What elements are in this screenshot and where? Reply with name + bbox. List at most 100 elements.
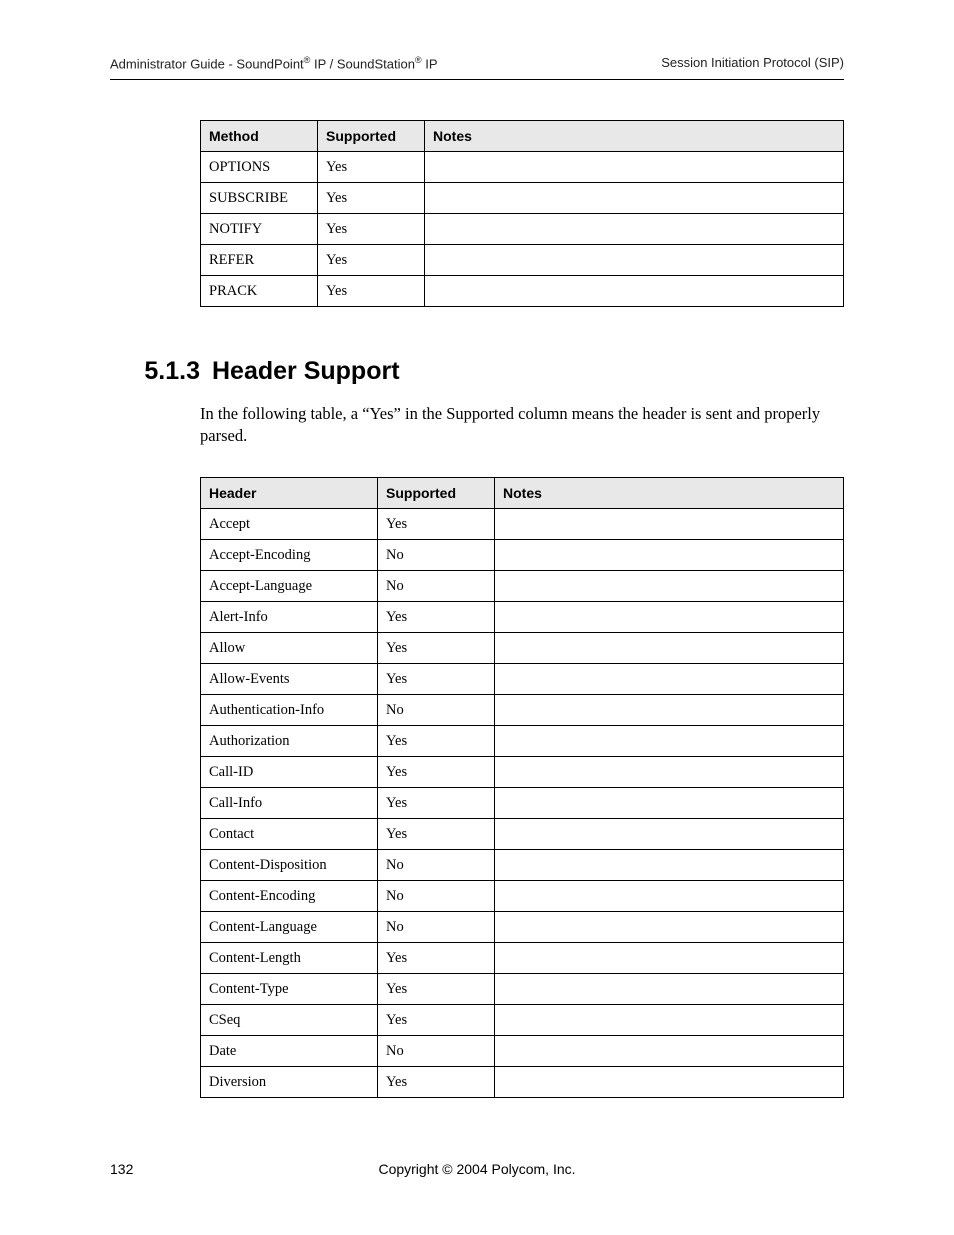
table-cell: Accept — [201, 509, 378, 540]
table-cell: Yes — [318, 245, 425, 276]
table-cell: No — [378, 540, 495, 571]
table-cell — [495, 540, 844, 571]
table-cell: Date — [201, 1036, 378, 1067]
table-cell — [425, 152, 844, 183]
table-cell — [495, 695, 844, 726]
table-cell: Yes — [378, 1005, 495, 1036]
table-cell: No — [378, 881, 495, 912]
table-cell: No — [378, 1036, 495, 1067]
page-number: 132 — [110, 1161, 200, 1177]
table-cell: Content-Type — [201, 974, 378, 1005]
table-cell: No — [378, 571, 495, 602]
col-supported: Supported — [378, 478, 495, 509]
table-cell: Authentication-Info — [201, 695, 378, 726]
table-cell: Accept-Encoding — [201, 540, 378, 571]
table-cell: NOTIFY — [201, 214, 318, 245]
col-method: Method — [201, 121, 318, 152]
col-notes: Notes — [495, 478, 844, 509]
table-row: ContactYes — [201, 819, 844, 850]
header-left-pre: Administrator Guide - SoundPoint — [110, 56, 304, 71]
header-left: Administrator Guide - SoundPoint® IP / S… — [110, 55, 438, 71]
table-cell: Allow — [201, 633, 378, 664]
table-cell: Yes — [378, 788, 495, 819]
table-row: DiversionYes — [201, 1067, 844, 1098]
table-cell — [495, 943, 844, 974]
table-cell: Allow-Events — [201, 664, 378, 695]
table-row: Call-InfoYes — [201, 788, 844, 819]
table-row: PRACKYes — [201, 276, 844, 307]
table-cell: Yes — [378, 757, 495, 788]
table-cell: Yes — [378, 664, 495, 695]
table-cell — [495, 726, 844, 757]
table-cell: Authorization — [201, 726, 378, 757]
table-cell: Yes — [378, 1067, 495, 1098]
col-notes: Notes — [425, 121, 844, 152]
table-cell: No — [378, 912, 495, 943]
table-row: AllowYes — [201, 633, 844, 664]
table-cell — [425, 276, 844, 307]
table-cell — [495, 1005, 844, 1036]
col-header: Header — [201, 478, 378, 509]
table-row: Call-IDYes — [201, 757, 844, 788]
table-row: AcceptYes — [201, 509, 844, 540]
table-cell: Yes — [378, 633, 495, 664]
table-cell — [495, 974, 844, 1005]
page-footer: 132 Copyright © 2004 Polycom, Inc. — [110, 1161, 844, 1177]
table-cell: No — [378, 695, 495, 726]
col-supported: Supported — [318, 121, 425, 152]
table-row: Authentication-InfoNo — [201, 695, 844, 726]
table-cell — [495, 757, 844, 788]
table-row: OPTIONSYes — [201, 152, 844, 183]
table-cell: Content-Length — [201, 943, 378, 974]
section-heading: 5.1.3 Header Support — [110, 357, 844, 386]
header-left-post: IP — [422, 56, 438, 71]
header-support-table: Header Supported Notes AcceptYesAccept-E… — [200, 477, 844, 1098]
header-right: Session Initiation Protocol (SIP) — [661, 55, 844, 71]
section-paragraph: In the following table, a “Yes” in the S… — [200, 403, 844, 448]
table-row: Accept-EncodingNo — [201, 540, 844, 571]
table-row: Allow-EventsYes — [201, 664, 844, 695]
table-cell: OPTIONS — [201, 152, 318, 183]
table-cell: PRACK — [201, 276, 318, 307]
table-row: Content-DispositionNo — [201, 850, 844, 881]
table-cell: Yes — [318, 276, 425, 307]
table-row: DateNo — [201, 1036, 844, 1067]
table-row: Content-LengthYes — [201, 943, 844, 974]
table-cell: Yes — [318, 152, 425, 183]
table-row: Alert-InfoYes — [201, 602, 844, 633]
table-cell — [495, 819, 844, 850]
table-cell: Call-ID — [201, 757, 378, 788]
table-cell — [495, 571, 844, 602]
table-cell: Call-Info — [201, 788, 378, 819]
table-cell — [495, 881, 844, 912]
table-cell: Contact — [201, 819, 378, 850]
section-title: Header Support — [212, 357, 844, 386]
table-cell: Yes — [318, 214, 425, 245]
table-cell — [425, 245, 844, 276]
table-cell: Diversion — [201, 1067, 378, 1098]
table-cell: Yes — [378, 943, 495, 974]
table-cell: Yes — [378, 602, 495, 633]
table-cell — [495, 1036, 844, 1067]
table-cell — [425, 214, 844, 245]
section-number: 5.1.3 — [110, 357, 212, 386]
table-cell: Yes — [378, 819, 495, 850]
table-row: Accept-LanguageNo — [201, 571, 844, 602]
running-header: Administrator Guide - SoundPoint® IP / S… — [110, 55, 844, 80]
table-cell: Alert-Info — [201, 602, 378, 633]
table-cell: Accept-Language — [201, 571, 378, 602]
table-cell: REFER — [201, 245, 318, 276]
table-cell: No — [378, 850, 495, 881]
header-left-mid: IP / SoundStation — [310, 56, 415, 71]
table-cell — [495, 1067, 844, 1098]
table-cell: Yes — [378, 726, 495, 757]
table-row: Content-EncodingNo — [201, 881, 844, 912]
table-row: NOTIFYYes — [201, 214, 844, 245]
table-cell — [495, 788, 844, 819]
table-row: SUBSCRIBEYes — [201, 183, 844, 214]
method-support-table: Method Supported Notes OPTIONSYesSUBSCRI… — [200, 120, 844, 307]
table-cell: SUBSCRIBE — [201, 183, 318, 214]
table-cell — [495, 509, 844, 540]
copyright: Copyright © 2004 Polycom, Inc. — [200, 1161, 844, 1177]
table-row: Content-TypeYes — [201, 974, 844, 1005]
